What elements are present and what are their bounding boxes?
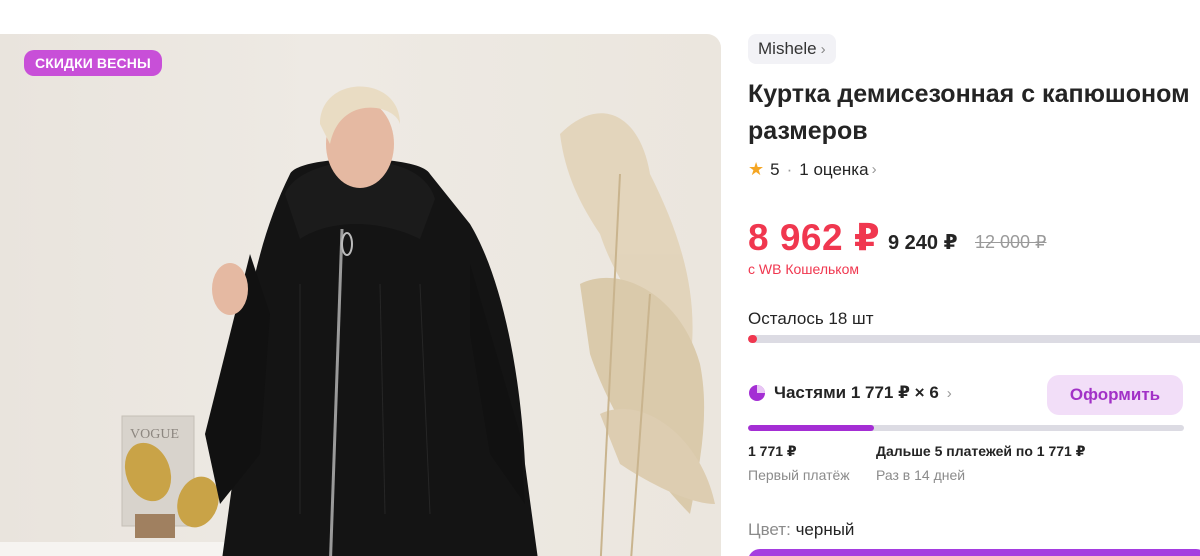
svg-text:VOGUE: VOGUE xyxy=(130,427,179,442)
brand-link[interactable]: Mishele › xyxy=(748,34,836,64)
star-icon: ★ xyxy=(748,159,765,179)
color-info: Цвет: черный xyxy=(748,520,854,540)
installment-progress-fill xyxy=(748,425,875,431)
regular-price: 9 240 ₽ xyxy=(888,232,958,254)
product-photo[interactable]: VOGUE СКИДКИ ВЕСНЫ xyxy=(0,34,721,556)
separator-dot: · xyxy=(786,159,793,179)
product-title-line: Куртка демисезонная с капюшоном xyxy=(748,80,1190,108)
brand-name: Mishele xyxy=(758,39,817,58)
wallet-note: с WB Кошельком xyxy=(748,261,859,277)
promo-badge[interactable]: СКИДКИ ВЕСНЫ xyxy=(24,50,162,76)
installment-order-button[interactable]: Оформить xyxy=(1047,375,1183,415)
pie-chart-icon xyxy=(749,385,765,401)
color-label: Цвет: xyxy=(748,520,791,539)
rating-score: 5 xyxy=(770,159,780,179)
first-payment-amount: 1 771 ₽ xyxy=(748,443,797,459)
installments-title: Частями 1 771 ₽ × 6 xyxy=(774,383,939,402)
chevron-right-icon: › xyxy=(820,40,826,58)
installments-link[interactable]: Частями 1 771 ₽ × 6 › xyxy=(748,383,952,403)
reviews-count: 1 оценка xyxy=(799,159,869,179)
add-to-cart-button[interactable] xyxy=(748,549,1200,556)
stock-text: Осталось 18 шт xyxy=(748,309,874,328)
next-payments-amount: Дальше 5 платежей по 1 771 ₽ xyxy=(876,443,1086,459)
product-title-line: размеров xyxy=(748,117,868,145)
next-payments-label: Раз в 14 дней xyxy=(876,467,966,483)
old-price: 12 000 ₽ xyxy=(975,232,1047,252)
color-value: черный xyxy=(795,520,855,539)
first-payment-label: Первый платёж xyxy=(748,467,850,483)
product-image: VOGUE xyxy=(0,86,715,556)
stock-progress-fill xyxy=(748,335,758,343)
wallet-price: 8 962 ₽ xyxy=(748,217,881,258)
chevron-right-icon: › xyxy=(871,161,877,178)
stock-progress-bar xyxy=(748,335,1200,343)
chevron-right-icon: › xyxy=(946,384,952,402)
rating[interactable]: ★ 5 · 1 оценка › xyxy=(748,159,877,180)
product-title: Куртка демисезонная с капюшоном размеров xyxy=(748,76,1200,150)
installment-progress-bar xyxy=(748,425,1184,431)
